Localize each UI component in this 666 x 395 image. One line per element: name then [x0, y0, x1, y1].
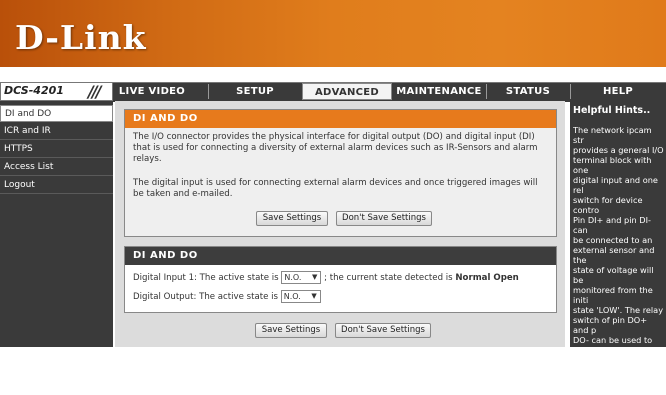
panel-title: DI AND DO — [125, 110, 556, 128]
tab-setup[interactable]: SETUP — [208, 83, 302, 100]
sidebar-item-icr-and-ir[interactable]: ICR and IR — [0, 123, 113, 140]
model-slashes: /// — [88, 82, 101, 101]
sidebar-item-access-list[interactable]: Access List — [0, 159, 113, 176]
main-content: DI AND DO The I/O connector provides the… — [115, 101, 565, 347]
intro-paragraph: The I/O connector provides the physical … — [133, 132, 538, 164]
header-banner: D-Link — [0, 0, 666, 77]
digital-output-state-select[interactable]: N.O. ▼ — [280, 290, 321, 303]
digital-input-label: Digital Input 1: The active state is — [133, 273, 279, 283]
sidebar: DI and DO ICR and IR HTTPS Access List L… — [0, 101, 113, 347]
sidebar-item-di-and-do[interactable]: DI and DO — [0, 105, 113, 122]
tab-advanced[interactable]: ADVANCED — [302, 83, 392, 100]
chevron-down-icon: ▼ — [311, 292, 317, 300]
select-value: N.O. — [284, 273, 302, 282]
save-settings-button[interactable]: Save Settings — [256, 211, 328, 226]
digital-output-row: Digital Output: The active state is N.O.… — [133, 290, 321, 303]
di-do-settings-panel: DI AND DO Digital Input 1: The active st… — [124, 246, 557, 313]
model-name: DCS-4201 — [4, 84, 64, 97]
bottom-dont-save-settings-button[interactable]: Don't Save Settings — [335, 323, 431, 338]
current-state-value: Normal Open — [455, 273, 519, 283]
digital-output-label: Digital Output: The active state is — [133, 292, 279, 302]
select-value: N.O. — [283, 292, 301, 301]
tab-help[interactable]: HELP — [570, 83, 666, 100]
dlink-logo: D-Link — [15, 18, 147, 57]
hints-title: Helpful Hints.. — [573, 105, 651, 116]
tab-live-video[interactable]: LIVE VIDEO — [117, 83, 187, 100]
helpful-hints-panel: Helpful Hints.. The network ipcam str pr… — [570, 101, 666, 395]
di-do-info-panel: DI AND DO The I/O connector provides the… — [124, 109, 557, 237]
sidebar-item-https[interactable]: HTTPS — [0, 141, 113, 158]
tab-status[interactable]: STATUS — [486, 83, 570, 100]
digital-input-paragraph: The digital input is used for connecting… — [133, 178, 538, 199]
dont-save-settings-button[interactable]: Don't Save Settings — [336, 211, 432, 226]
digital-input-row: Digital Input 1: The active state is N.O… — [133, 271, 519, 284]
digital-input-state-select[interactable]: N.O. ▼ — [281, 271, 322, 284]
bottom-save-settings-button[interactable]: Save Settings — [255, 323, 327, 338]
tab-maintenance[interactable]: MAINTENANCE — [392, 83, 486, 100]
chevron-down-icon: ▼ — [311, 273, 318, 281]
sidebar-item-logout[interactable]: Logout — [0, 177, 113, 194]
hints-text: The network ipcam str provides a general… — [573, 125, 665, 395]
panel-title: DI AND DO — [125, 247, 556, 265]
current-state-label: ; the current state detected is — [324, 273, 453, 283]
